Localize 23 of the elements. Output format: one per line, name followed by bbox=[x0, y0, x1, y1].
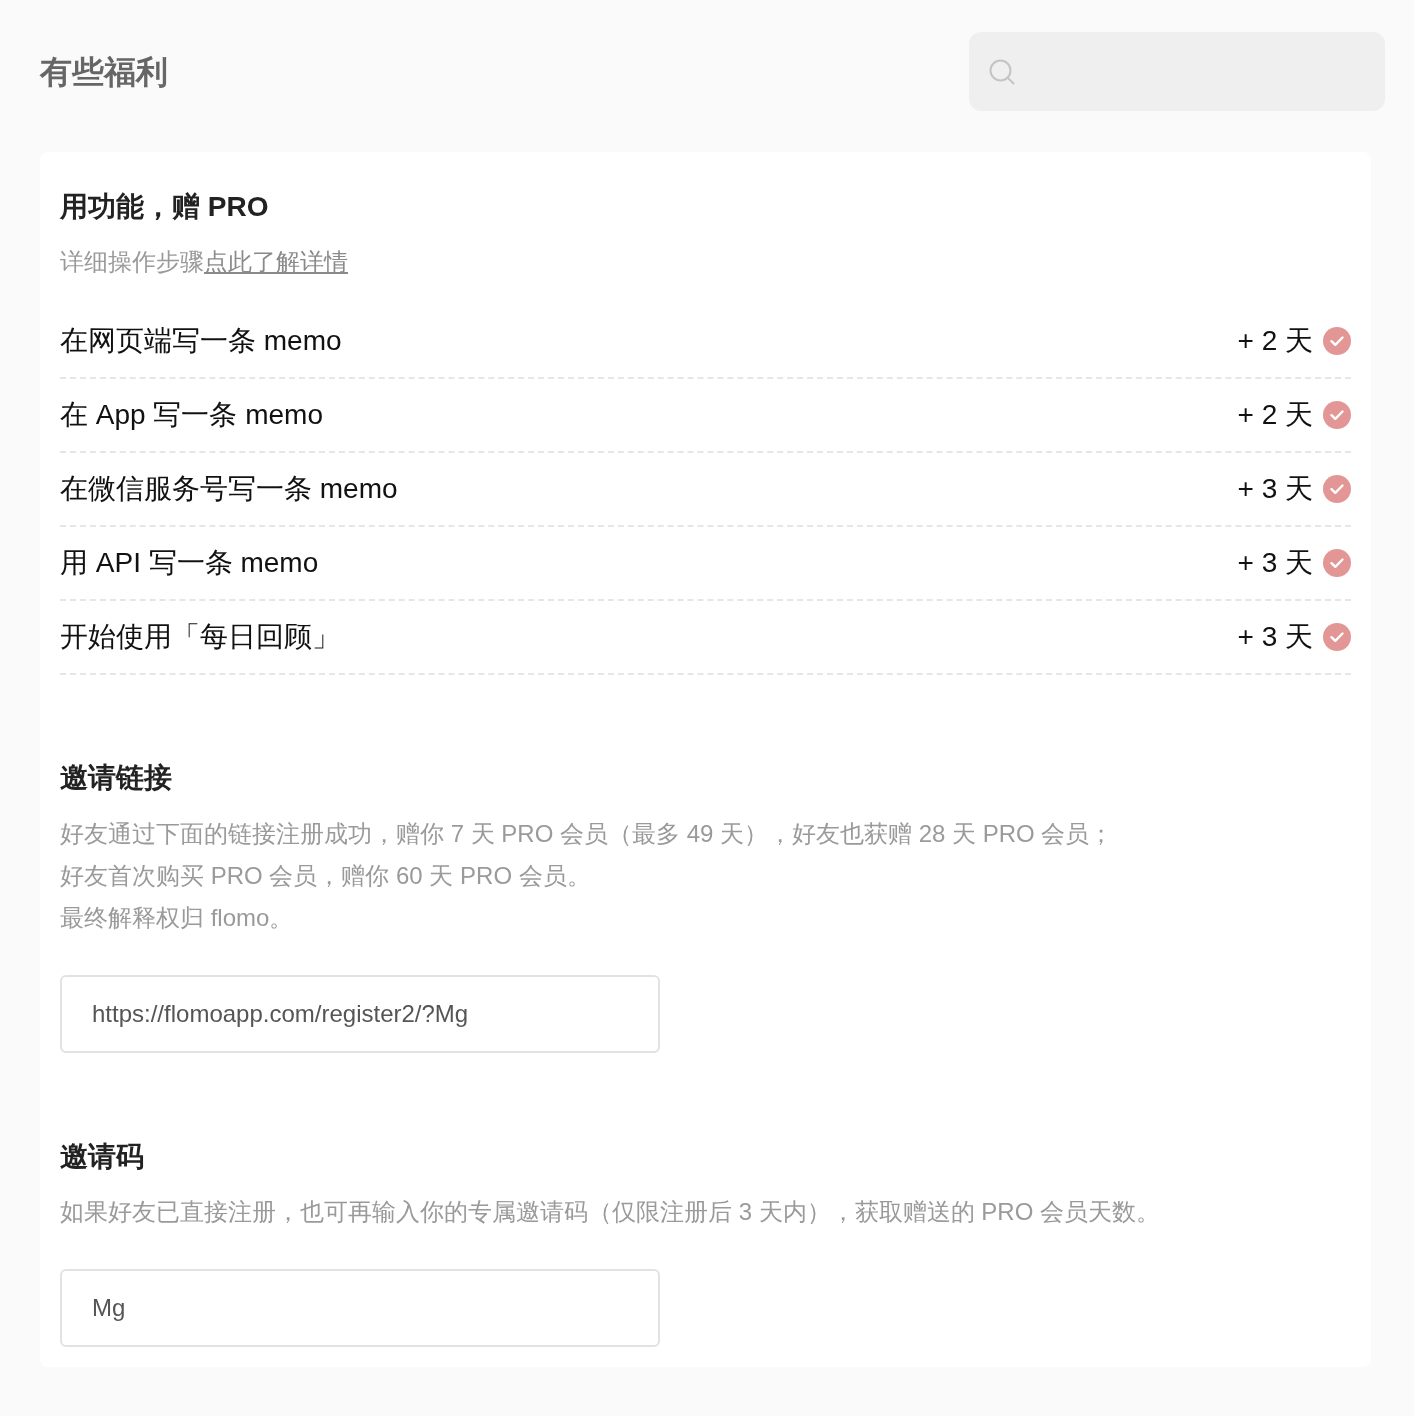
task-label: 在微信服务号写一条 memo bbox=[60, 472, 398, 506]
reward-text: + 2 天 bbox=[1237, 398, 1313, 432]
description-text: 如果好友已直接注册，也可再输入你的专属邀请码（仅限注册后 3 天内），获取赠送的 PRO 会员天数。 bbox=[60, 1197, 1162, 1227]
invite-link-field[interactable]: https://flomoapp.com/register2/?Mg bbox=[60, 975, 660, 1053]
search-field[interactable] bbox=[969, 32, 1385, 111]
reward-text: + 3 天 bbox=[1237, 620, 1313, 654]
description-text: 好友通过下面的链接注册成功，赠你 7 天 PRO 会员（最多 49 天），好友也获赠 28 天 PRO 会员； bbox=[60, 819, 1115, 849]
task-label: 在 App 写一条 memo bbox=[60, 398, 323, 432]
description-text: 好友首次购买 PRO 会员，赠你 60 天 PRO 会员。 bbox=[60, 861, 592, 891]
task-label: 在网页端写一条 memo bbox=[60, 324, 342, 358]
reward-text: + 3 天 bbox=[1237, 472, 1313, 506]
page-title: 有些福利 bbox=[40, 52, 168, 92]
search-icon bbox=[989, 58, 1015, 85]
description-text: 最终解释权归 flomo。 bbox=[60, 903, 295, 933]
section-title: 用功能，赠 PRO bbox=[60, 190, 270, 224]
reward-text: + 2 天 bbox=[1237, 324, 1313, 358]
section-title: 邀请链接 bbox=[60, 761, 173, 795]
section-title: 邀请码 bbox=[60, 1140, 145, 1174]
task-label: 开始使用「每日回顾」 bbox=[60, 620, 340, 654]
task-label: 用 API 写一条 memo bbox=[60, 546, 319, 580]
invite-code-field[interactable]: Mg bbox=[60, 1269, 660, 1347]
details-text: 详细操作步骤点此了解详情 bbox=[60, 247, 349, 277]
reward-text: + 3 天 bbox=[1237, 546, 1313, 580]
